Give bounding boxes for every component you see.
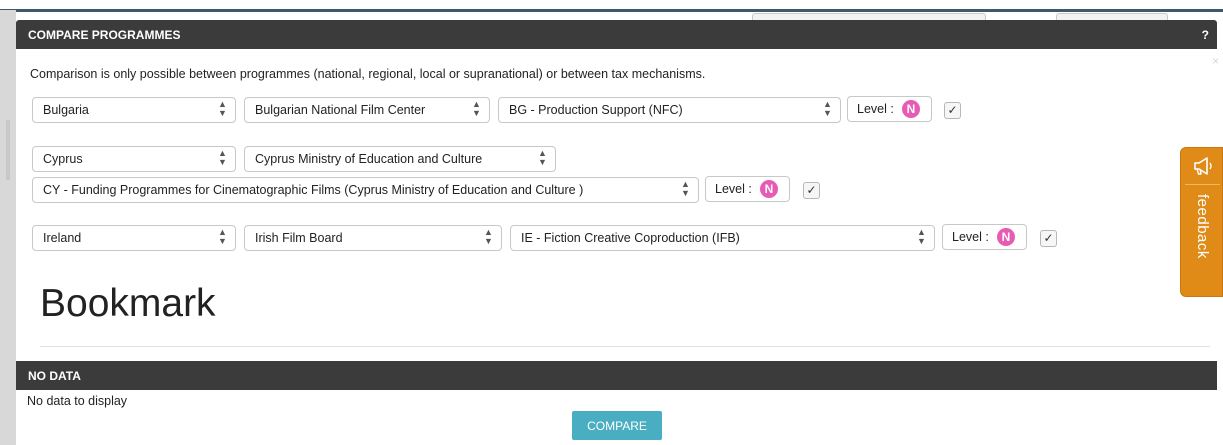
compare-programmes-modal: COMPARE PROGRAMMES ? × Comparison is onl… [16,20,1219,445]
programme-select-value: IE - Fiction Creative Coproduction (IFB) [521,231,740,245]
background-page [0,10,16,445]
level-indicator: Level : N [705,176,790,202]
include-checkbox[interactable]: ✓ [944,102,961,119]
include-checkbox[interactable]: ✓ [803,182,820,199]
modal-header: COMPARE PROGRAMMES ? [16,20,1217,49]
feedback-separator [1185,184,1220,185]
select-arrows-icon: ▲ ▼ [681,179,690,198]
select-arrows-icon: ▲ ▼ [823,99,832,118]
select-arrows-icon: ▲ ▼ [218,99,227,118]
institution-select[interactable]: Cyprus Ministry of Education and Culture… [244,146,556,172]
programme-select-value: BG - Production Support (NFC) [509,103,683,117]
programme-select-value: CY - Funding Programmes for Cinematograp… [43,183,584,197]
megaphone-icon [1194,157,1212,175]
country-select[interactable]: Bulgaria ▲ ▼ [32,97,236,123]
background-scroll-notch [6,120,10,180]
level-label: Level : [857,102,894,116]
level-badge: N [997,228,1015,246]
include-checkbox[interactable]: ✓ [1040,230,1057,247]
institution-select[interactable]: Irish Film Board ▲ ▼ [244,225,502,251]
programme-select[interactable]: IE - Fiction Creative Coproduction (IFB)… [510,225,935,251]
level-label: Level : [952,230,989,244]
results-header-label: NO DATA [28,369,81,383]
country-select[interactable]: Ireland ▲ ▼ [32,225,236,251]
institution-select-value: Irish Film Board [255,231,343,245]
select-arrows-icon: ▲ ▼ [218,227,227,246]
select-arrows-icon: ▲ ▼ [472,99,481,118]
close-icon[interactable]: × [1212,54,1219,68]
country-select-value: Bulgaria [43,103,89,117]
select-arrows-icon: ▲ ▼ [218,148,227,167]
select-arrows-icon: ▲ ▼ [484,227,493,246]
feedback-label: feedback [1194,194,1211,259]
select-arrows-icon: ▲ ▼ [917,227,926,246]
country-select-value: Cyprus [43,152,83,166]
empty-results-text: No data to display [27,394,128,408]
level-badge: N [760,180,778,198]
level-label: Level : [715,182,752,196]
select-arrows-icon: ▲ ▼ [538,148,547,167]
bookmark-heading: Bookmark [40,282,216,325]
top-accent-line [0,9,1223,12]
country-select-value: Ireland [43,231,82,245]
help-button[interactable]: ? [1202,28,1209,42]
institution-select-value: Bulgarian National Film Center [255,103,426,117]
level-indicator: Level : N [942,224,1027,250]
feedback-tab[interactable]: feedback [1180,147,1223,297]
results-header: NO DATA [16,361,1217,390]
institution-select[interactable]: Bulgarian National Film Center ▲ ▼ [244,97,490,123]
compare-button[interactable]: COMPARE [572,411,662,440]
level-indicator: Level : N [847,96,932,122]
programme-select[interactable]: CY - Funding Programmes for Cinematograp… [32,177,699,203]
intro-text: Comparison is only possible between prog… [30,67,706,81]
country-select[interactable]: Cyprus ▲ ▼ [32,146,236,172]
modal-title: COMPARE PROGRAMMES [28,28,181,42]
programme-select[interactable]: BG - Production Support (NFC) ▲ ▼ [498,97,841,123]
level-badge: N [902,100,920,118]
section-divider [40,346,1210,347]
institution-select-value: Cyprus Ministry of Education and Culture [255,152,483,166]
